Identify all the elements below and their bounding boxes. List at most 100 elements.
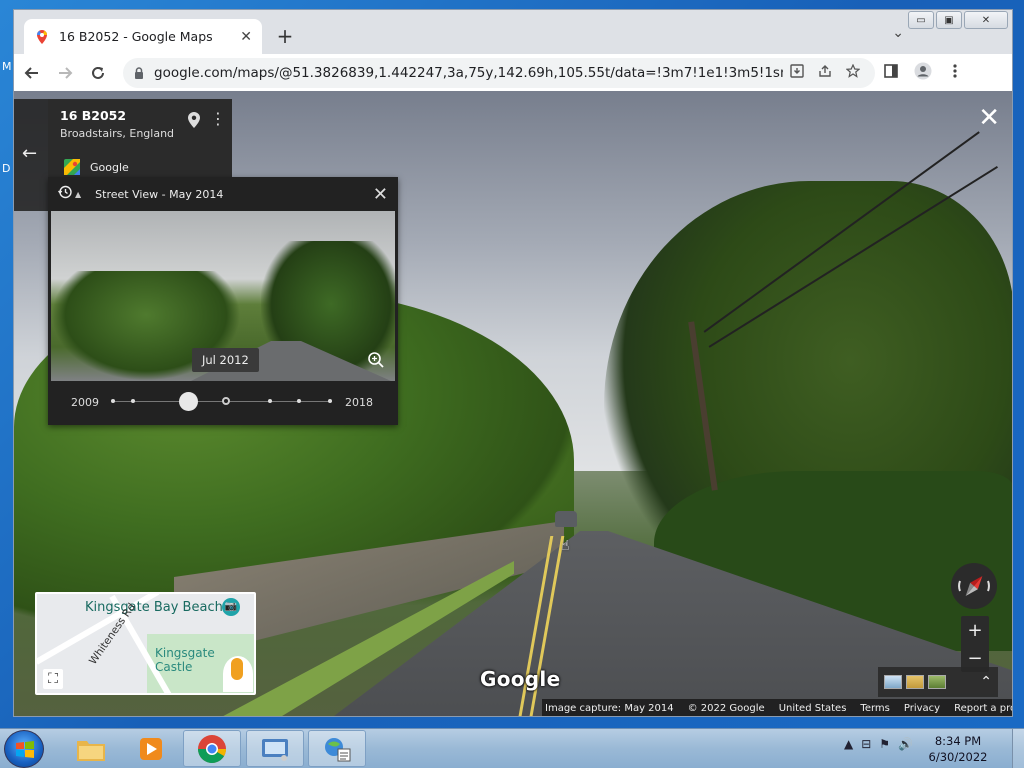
google-logo: Google: [480, 667, 561, 691]
forward-arrow-icon[interactable]: [50, 58, 80, 88]
google-maps-pin-icon: [37, 29, 47, 44]
browser-window: 16 B2052 - Google Maps ✕ + ⌄ ▭ ▣ ✕ googl…: [13, 9, 1013, 717]
layer-thumbnail[interactable]: [928, 675, 946, 689]
zoom-in-button[interactable]: +: [961, 616, 989, 644]
privacy-link[interactable]: Privacy: [904, 703, 940, 714]
tab-title: 16 B2052 - Google Maps: [59, 29, 213, 44]
time-travel-slider[interactable]: 2009 2018: [48, 381, 398, 425]
side-panel-icon[interactable]: [875, 63, 907, 82]
desktop-icon-label: D: [2, 162, 11, 175]
history-clock-icon[interactable]: [58, 185, 72, 203]
close-window-button[interactable]: ✕: [964, 11, 1008, 29]
pegman-icon[interactable]: [223, 656, 253, 692]
lock-icon[interactable]: [133, 66, 145, 79]
terms-link[interactable]: Terms: [860, 703, 889, 714]
mini-map-label-beach: Kingsgate Bay Beach: [85, 600, 223, 615]
windows-logo-icon: [16, 741, 34, 758]
minimize-button[interactable]: ▭: [908, 11, 934, 29]
attribution-bar: Image capture: May 2014 © 2022 Google Un…: [542, 699, 1012, 716]
chrome-icon: [198, 734, 226, 763]
new-tab-button[interactable]: +: [272, 23, 298, 49]
system-tray: ▲ ⊟ ⚑ 🔊: [844, 737, 913, 751]
street-view-close-icon[interactable]: ✕: [978, 105, 1000, 131]
back-to-map-icon[interactable]: ←: [22, 143, 37, 164]
maximize-button[interactable]: ▣: [936, 11, 962, 29]
region-link[interactable]: United States: [779, 703, 847, 714]
window-controls: ▭ ▣ ✕: [908, 11, 1008, 29]
slider-tick[interactable]: [268, 399, 272, 403]
bookmark-star-icon[interactable]: [839, 63, 867, 82]
reload-icon[interactable]: [83, 58, 113, 88]
slider-tick[interactable]: [131, 399, 135, 403]
place-title: 16 B2052: [60, 108, 127, 123]
layer-thumbnail[interactable]: [906, 675, 924, 689]
tab-strip: 16 B2052 - Google Maps ✕ + ⌄ ▭ ▣ ✕: [14, 10, 1012, 54]
time-travel-title: Street View - May 2014: [95, 187, 224, 201]
volume-icon[interactable]: 🔊: [898, 737, 913, 751]
control-panel-icon: [262, 738, 288, 761]
source-label: Google: [90, 161, 129, 174]
pegman-figure: [231, 658, 243, 680]
compass-icon[interactable]: [951, 563, 997, 609]
more-options-icon[interactable]: ⋮: [210, 109, 226, 128]
taskbar-remote-app[interactable]: [246, 730, 304, 767]
caret-up-icon[interactable]: ▲: [75, 190, 81, 199]
location-pin-icon[interactable]: [188, 112, 200, 128]
expand-map-icon[interactable]: ⛶: [43, 669, 63, 689]
action-center-flag-icon[interactable]: ⚑: [879, 737, 890, 751]
panorama-car: [555, 511, 577, 527]
camera-pin-icon[interactable]: 📷: [222, 598, 240, 616]
address-bar[interactable]: google.com/maps/@51.3826839,1.442247,3a,…: [123, 57, 875, 88]
network-globe-icon: [325, 737, 351, 761]
back-arrow-icon[interactable]: [17, 58, 47, 88]
tab-search-icon[interactable]: ⌄: [892, 25, 904, 41]
folder-icon: [77, 740, 105, 761]
browser-toolbar: google.com/maps/@51.3826839,1.442247,3a,…: [14, 54, 1012, 91]
google-maps-logo-icon: [64, 159, 80, 175]
slider-tick[interactable]: [297, 399, 301, 403]
zoom-controls: + −: [961, 616, 989, 672]
profile-avatar-icon[interactable]: [907, 62, 939, 84]
taskbar-network-app[interactable]: [308, 730, 366, 767]
slider-thumb[interactable]: [179, 392, 198, 411]
zoom-magnifier-icon[interactable]: [367, 351, 385, 369]
system-clock[interactable]: 8:34 PM 6/30/2022: [928, 733, 988, 765]
slider-tick[interactable]: [328, 399, 332, 403]
show-hidden-icons-icon[interactable]: ▲: [844, 737, 853, 751]
menu-dots-icon[interactable]: [939, 63, 971, 83]
street-view-panorama[interactable]: ✕ ← 16 B2052 Broadstairs, England ⋮ Goog…: [14, 91, 1012, 716]
tab-close-icon[interactable]: ✕: [240, 29, 252, 45]
desktop-icon-label: M: [2, 60, 12, 73]
preview-date-badge: Jul 2012: [192, 348, 259, 372]
taskbar-media-player[interactable]: [122, 730, 180, 767]
time-travel-header: ▲ Street View - May 2014 ✕: [48, 177, 398, 211]
place-subtitle: Broadstairs, England: [60, 127, 175, 140]
taskbar-explorer[interactable]: [62, 730, 120, 767]
taskbar: ▲ ⊟ ⚑ 🔊 8:34 PM 6/30/2022: [0, 728, 1024, 768]
slider-start-year: 2009: [71, 396, 99, 409]
tab-google-maps[interactable]: 16 B2052 - Google Maps ✕: [24, 19, 262, 54]
time-travel-preview-image[interactable]: Jul 2012: [51, 211, 395, 381]
mini-map[interactable]: Kingsgate Bay Beach 📷 Kingsgate Castle W…: [35, 592, 256, 695]
slider-end-year: 2018: [345, 396, 373, 409]
install-app-icon[interactable]: [783, 63, 811, 82]
slider-tick[interactable]: [111, 399, 115, 403]
network-icon[interactable]: ⊟: [861, 737, 871, 751]
show-desktop-button[interactable]: [1012, 729, 1024, 768]
hand-cursor-icon: ☝: [561, 538, 570, 554]
layer-thumbnail[interactable]: [884, 675, 902, 689]
expand-layers-icon[interactable]: ⌃: [980, 674, 992, 690]
clock-date: 6/30/2022: [928, 750, 988, 764]
time-travel-panel: ▲ Street View - May 2014 ✕ Jul 2012 2009: [48, 177, 398, 425]
start-button[interactable]: [4, 730, 44, 768]
layers-strip[interactable]: ⌃: [878, 667, 998, 697]
share-icon[interactable]: [811, 64, 839, 82]
clock-time: 8:34 PM: [934, 734, 982, 748]
url-text[interactable]: google.com/maps/@51.3826839,1.442247,3a,…: [154, 65, 783, 81]
image-capture-date: Image capture: May 2014: [545, 702, 674, 714]
report-problem-link[interactable]: Report a problem: [954, 703, 1012, 714]
copyright-text: © 2022 Google: [687, 702, 765, 714]
taskbar-chrome[interactable]: [183, 730, 241, 767]
time-travel-close-icon[interactable]: ✕: [373, 184, 388, 205]
slider-current-tick[interactable]: [222, 397, 230, 405]
